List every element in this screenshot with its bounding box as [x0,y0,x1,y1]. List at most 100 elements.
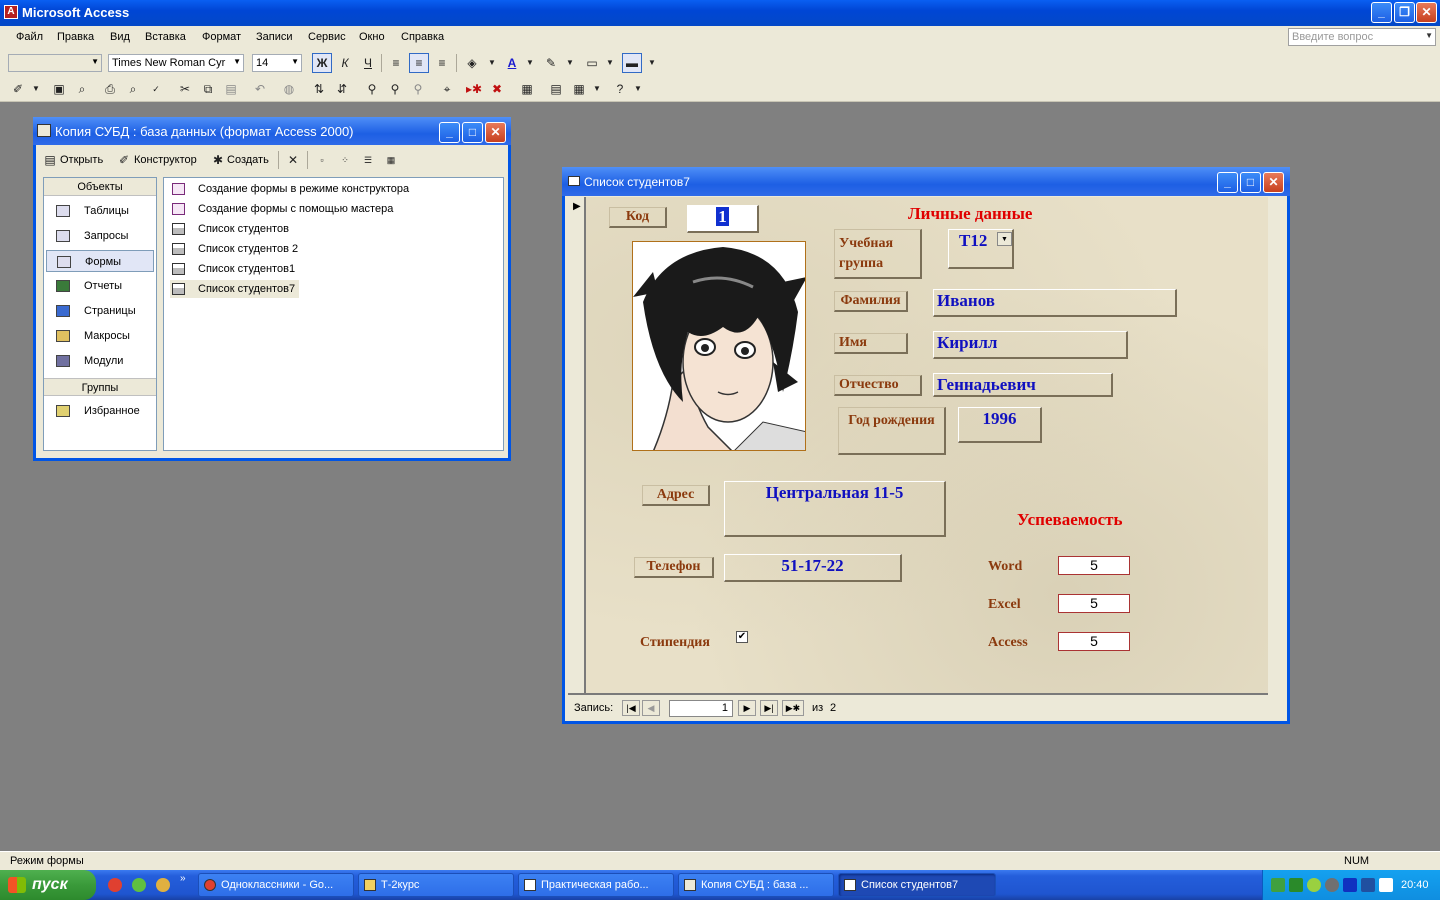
minimize-button[interactable]: _ [1371,2,1392,23]
chevron-down-icon[interactable]: ▼ [482,53,502,73]
italic-button[interactable]: К [335,53,355,73]
quicklaunch-icon[interactable] [156,878,170,892]
chevron-down-icon[interactable]: ▼ [997,232,1012,246]
delete-record-icon[interactable]: ✖ [487,79,507,99]
font-color-icon[interactable]: A [502,53,522,73]
database-window-icon[interactable]: ▤ [546,79,566,99]
menu-insert[interactable]: Вставка [145,31,186,43]
task-folder[interactable]: Т-2курс [358,873,514,897]
align-left-icon[interactable]: ≡ [386,53,406,73]
font-name-combo[interactable]: Times New Roman Cyr ▼ [108,54,244,72]
print-preview-icon[interactable]: ⌕ [123,79,143,99]
chevron-down-icon[interactable]: ▼ [26,79,46,99]
list-item-form-selected[interactable]: Список студентов7 [170,280,300,298]
spelling-icon[interactable]: ✓ [146,79,166,99]
chevron-down-icon[interactable]: ▼ [642,53,662,73]
name-field[interactable]: Кирилл [933,331,1128,359]
list-item-form[interactable]: Список студентов 2 [170,240,298,258]
object-tables[interactable]: Таблицы [46,200,154,222]
next-record-button[interactable]: ▶ [738,700,756,716]
tray-app-icon[interactable] [1307,878,1321,892]
surname-field[interactable]: Иванов [933,289,1177,317]
align-right-icon[interactable]: ≡ [432,53,452,73]
last-record-button[interactable]: ▶| [760,700,778,716]
details-view-icon[interactable]: ▦ [381,150,401,170]
chevron-right-icon[interactable]: » [180,873,186,884]
close-button[interactable]: ✕ [485,122,506,143]
menu-help[interactable]: Справка [401,31,444,43]
menu-tools[interactable]: Сервис [308,31,346,43]
patronymic-field[interactable]: Геннадьевич [933,373,1113,397]
underline-button[interactable]: Ч [358,53,378,73]
group-favorites[interactable]: Избранное [46,400,154,422]
phone-field[interactable]: 51-17-22 [724,554,902,582]
task-word[interactable]: Практическая рабо... [518,873,674,897]
print-icon[interactable]: ⎙ [100,79,120,99]
line-width-icon[interactable]: ▬ [622,53,642,73]
list-item-form[interactable]: Список студентов1 [170,260,295,278]
paste-icon[interactable]: ▤ [221,79,241,99]
menu-window[interactable]: Окно [359,31,385,43]
search-file-icon[interactable]: ⌕ [72,79,92,99]
menu-file[interactable]: Файл [16,31,43,43]
new-record-button[interactable]: ▶✱ [782,700,804,716]
large-icons-icon[interactable]: ▫ [312,150,332,170]
code-field[interactable]: 1 [687,205,759,233]
object-reports[interactable]: Отчеты [46,275,154,297]
security-icon[interactable] [1289,878,1303,892]
minimize-button[interactable]: _ [439,122,460,143]
help-icon[interactable]: ? [610,79,630,99]
minimize-button[interactable]: _ [1217,172,1238,193]
menu-format[interactable]: Формат [202,31,241,43]
restore-button[interactable]: ❐ [1394,2,1415,23]
stipend-checkbox[interactable]: ✔ [736,631,748,643]
chevron-down-icon[interactable]: ▼ [587,79,607,99]
quicklaunch-icon[interactable] [132,878,146,892]
chevron-down-icon[interactable]: ▼ [520,53,540,73]
sort-asc-icon[interactable]: ⇅ [309,79,329,99]
current-record-input[interactable]: 1 [669,700,733,717]
bold-button[interactable]: Ж [312,53,332,73]
close-button[interactable]: ✕ [1263,172,1284,193]
filter-selection-icon[interactable]: ⚲ [362,79,382,99]
save-icon[interactable]: ▣ [49,79,69,99]
list-item-design-wizard[interactable]: Создание формы в режиме конструктора [170,180,409,198]
record-selector[interactable]: ▶ [568,197,586,693]
close-button[interactable]: ✕ [1416,2,1437,23]
open-button[interactable]: Открыть [60,154,103,166]
start-button[interactable]: пуск [0,870,96,900]
task-database[interactable]: Копия СУБД : база ... [678,873,834,897]
border-icon[interactable]: ▭ [582,53,602,73]
copy-icon[interactable]: ⧉ [198,79,218,99]
chevron-down-icon[interactable]: ▼ [600,53,620,73]
chevron-down-icon[interactable]: ▼ [628,79,648,99]
font-size-combo[interactable]: 14 ▼ [252,54,302,72]
task-chrome[interactable]: Одноклассники - Go... [198,873,354,897]
address-field[interactable]: Центральная 11-5 [724,481,946,537]
hyperlink-icon[interactable]: ◍ [279,79,299,99]
access-grade-field[interactable]: 5 [1058,632,1130,651]
help-search-input[interactable]: Введите вопрос ▼ [1288,28,1436,46]
tray-app-icon[interactable] [1325,878,1339,892]
view-icon[interactable]: ✐ [8,79,28,99]
media-icon[interactable] [1343,878,1357,892]
menu-edit[interactable]: Правка [57,31,94,43]
maximize-button[interactable]: □ [462,122,483,143]
list-item-form[interactable]: Список студентов [170,220,289,238]
maximize-button[interactable]: □ [1240,172,1261,193]
line-color-icon[interactable]: ✎ [541,53,561,73]
prev-record-button[interactable]: ◀ [642,700,660,716]
delete-icon[interactable]: ✕ [283,150,303,170]
sort-desc-icon[interactable]: ⇵ [332,79,352,99]
menu-records[interactable]: Записи [256,31,293,43]
tray-app-icon[interactable] [1361,878,1375,892]
small-icons-icon[interactable]: ⁘ [335,150,355,170]
chrome-icon[interactable] [108,878,122,892]
properties-icon[interactable]: ▦ [517,79,537,99]
design-button[interactable]: Конструктор [134,154,197,166]
menu-view[interactable]: Вид [110,31,130,43]
birth-year-field[interactable]: 1996 [958,407,1042,443]
object-forms[interactable]: Формы [46,250,154,272]
undo-icon[interactable]: ↶ [250,79,270,99]
object-modules[interactable]: Модули [46,350,154,372]
